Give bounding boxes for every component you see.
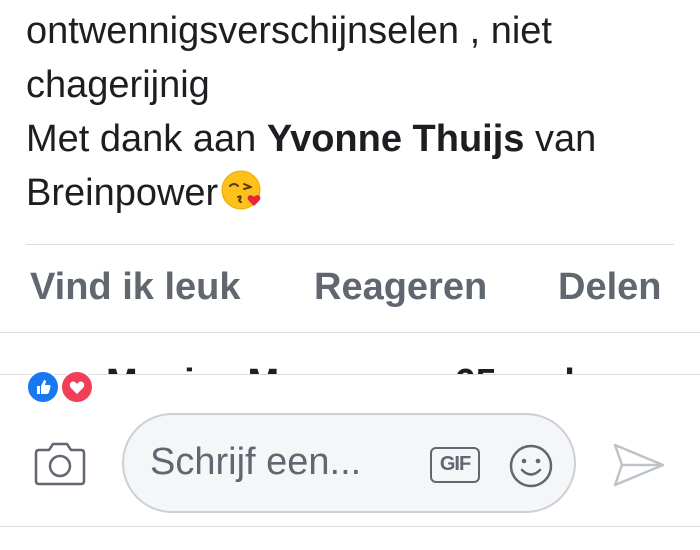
like-reaction-icon <box>26 370 60 404</box>
post-text-line: Met dank aan Yvonne Thuijs van <box>26 112 686 166</box>
post-text-fragment: van <box>524 118 597 160</box>
love-reaction-icon <box>60 370 94 404</box>
post-text-line: ontwennigsverschijnselen , niet <box>26 10 552 52</box>
tagged-person-link[interactable]: Yvonne Thuijs <box>267 118 525 160</box>
post-text-fragment: Breinpower <box>26 172 219 214</box>
send-icon[interactable] <box>612 441 666 489</box>
post-text-line: Breinpower <box>26 166 686 220</box>
comment-button[interactable]: Reageren <box>314 266 487 309</box>
comment-input[interactable]: Schrijf een... GIF <box>122 413 576 513</box>
post-action-bar: Vind ik leuk Reageren Delen <box>0 246 700 330</box>
post-text-line: chagerijnig <box>26 64 210 106</box>
divider <box>0 526 700 527</box>
comment-placeholder: Schrijf een... <box>150 441 362 483</box>
like-button[interactable]: Vind ik leuk <box>30 266 240 309</box>
comment-composer: Schrijf een... GIF <box>0 374 700 550</box>
smiley-icon[interactable] <box>508 443 554 489</box>
gif-button[interactable]: GIF <box>430 447 480 483</box>
post-text-fragment: Met dank aan <box>26 118 267 160</box>
divider <box>0 332 700 333</box>
divider <box>26 244 674 245</box>
post-body: ontwennigsverschijnselen , niet chagerij… <box>26 4 686 220</box>
kissing-face-with-heart-emoji <box>221 170 261 210</box>
share-button[interactable]: Delen <box>558 266 661 309</box>
facebook-post-view: ontwennigsverschijnselen , niet chagerij… <box>0 0 700 550</box>
camera-icon[interactable] <box>32 441 88 487</box>
